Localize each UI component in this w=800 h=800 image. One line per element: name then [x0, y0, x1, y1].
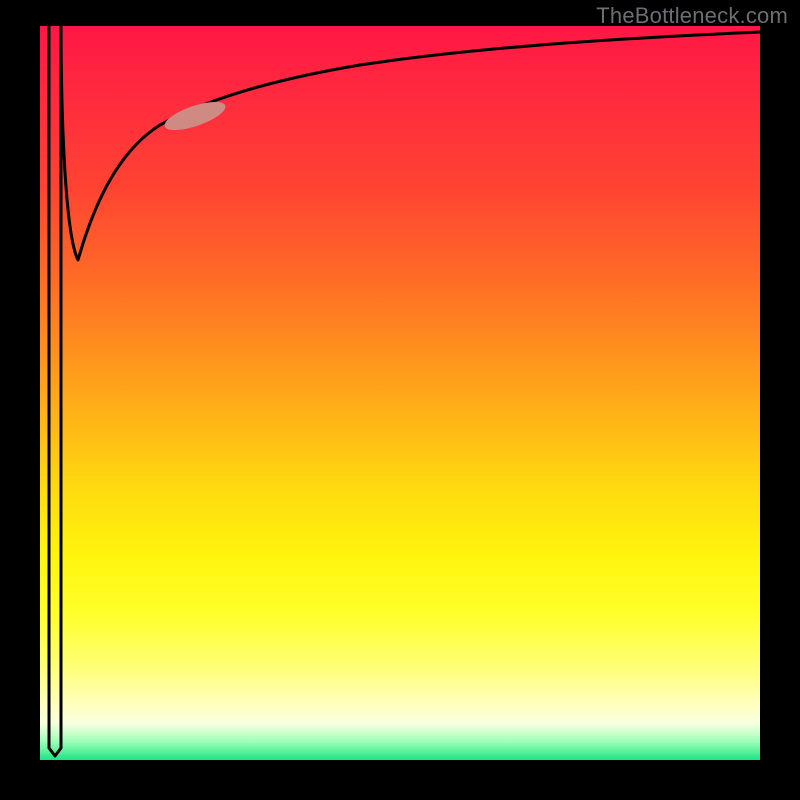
- chart-stage: TheBottleneck.com: [0, 0, 800, 800]
- plot-area: [40, 26, 760, 760]
- watermark-text: TheBottleneck.com: [596, 3, 788, 29]
